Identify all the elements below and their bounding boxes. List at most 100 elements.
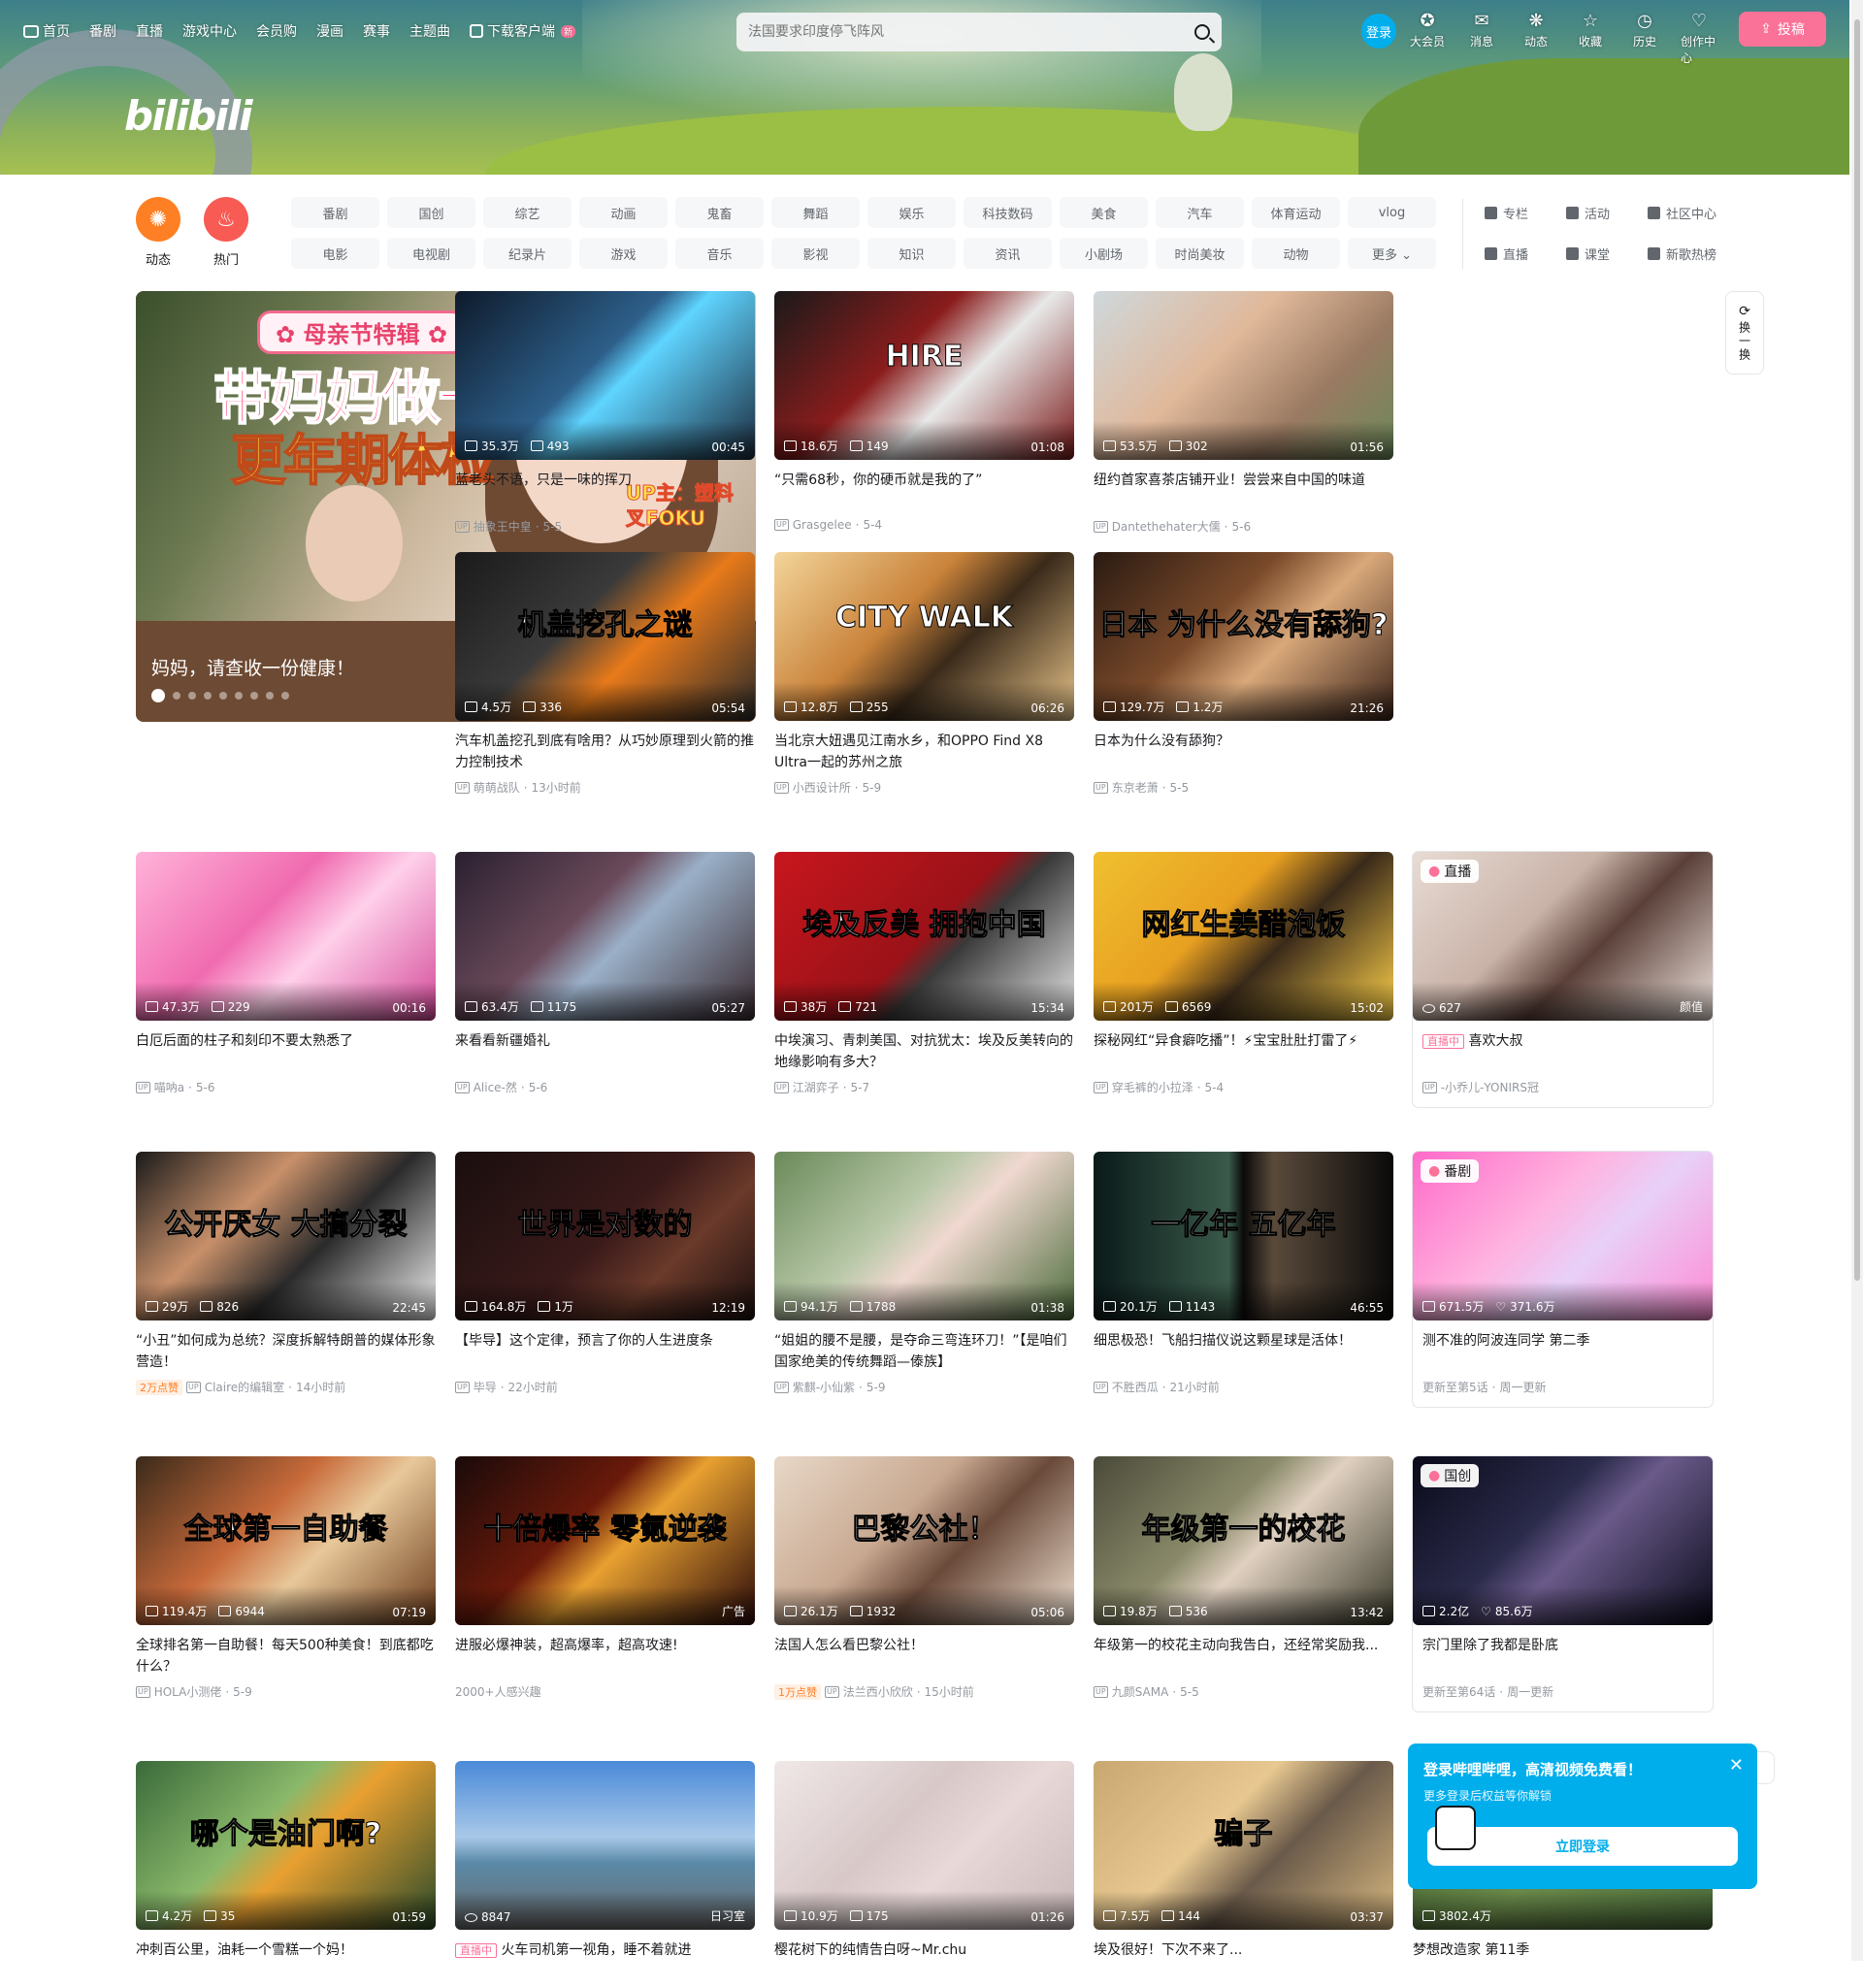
header-icon-4[interactable]: ◷ 历史 xyxy=(1626,12,1663,66)
video-title[interactable]: “姐姐的腰不是腰，是夺命三弯连环刀！”【是咱们国家绝美的传统舞蹈—傣族】 xyxy=(774,1330,1074,1373)
header-icon-0[interactable]: ✪ 大会员 xyxy=(1409,12,1446,66)
video-card[interactable]: 网红生姜醋泡饭 201万 6569 15:02 探秘网红“异食癖吃播”！⚡宝宝肚肚打雷了… xyxy=(1094,852,1393,1095)
video-thumbnail[interactable]: 机盖挖孔之谜 4.5万 336 05:54 xyxy=(455,552,755,721)
video-title[interactable]: 法国人怎么看巴黎公社！ xyxy=(774,1635,1074,1678)
carousel-dot[interactable] xyxy=(204,692,212,700)
carousel-dot[interactable] xyxy=(151,689,165,702)
nav-manga[interactable]: 漫画 xyxy=(316,21,343,41)
channel-link[interactable]: 纪录片 xyxy=(483,238,572,269)
video-title[interactable]: 中埃演习、青刺美国、对抗犹太：埃及反美转向的地缘影响有多大？ xyxy=(774,1030,1074,1073)
video-thumbnail[interactable]: 47.3万 229 00:16 xyxy=(136,852,436,1021)
video-title[interactable]: 汽车机盖挖孔到底有啥用？从巧妙原理到火箭的推力控制技术 xyxy=(455,731,755,773)
video-thumbnail[interactable]: 8847 日习室 xyxy=(455,1761,755,1930)
search-input[interactable] xyxy=(748,24,1194,40)
video-title[interactable]: 直播中 火车司机第一视角，睡不着就进 xyxy=(455,1939,755,1982)
channel-link[interactable]: 电视剧 xyxy=(387,238,475,269)
video-card[interactable]: ● 国创 2.2亿 ♡ 85.6万 宗门里除了我都是卧底 更新至第64话 · 周一更新 xyxy=(1413,1456,1713,1711)
video-card[interactable]: 骗子 7.5万 144 03:37 埃及很好！下次不来了... xyxy=(1094,1761,1393,1988)
nav-home[interactable]: 首页 xyxy=(23,21,70,41)
carousel-dot[interactable] xyxy=(266,692,274,700)
channel-round-1[interactable]: ♨ 热门 xyxy=(204,197,248,268)
carousel-dot[interactable] xyxy=(235,692,243,700)
channel-link[interactable]: 时尚美妆 xyxy=(1156,238,1244,269)
video-card[interactable]: ● 番剧 671.5万 ♡ 371.6万 测不准的阿波连同学 第二季 更新至第5话 · 周一更新 xyxy=(1413,1152,1713,1407)
video-thumbnail[interactable]: 日本 为什么没有舔狗? 129.7万 1.2万 21:26 xyxy=(1094,552,1393,721)
video-title[interactable]: 直播中 喜欢大叔 xyxy=(1413,1030,1713,1073)
video-title[interactable]: 白厄后面的柱子和刻印不要太熟悉了 xyxy=(136,1030,436,1073)
channel-link[interactable]: 知识 xyxy=(867,238,956,269)
channel-link[interactable]: 动物 xyxy=(1252,238,1340,269)
channel-link[interactable]: 舞蹈 xyxy=(771,197,860,228)
nav-anime[interactable]: 番剧 xyxy=(89,21,116,41)
video-thumbnail[interactable]: 35.3万 493 00:45 xyxy=(455,291,755,460)
channel-link[interactable]: 影视 xyxy=(771,238,860,269)
video-thumbnail[interactable]: 哪个是油门啊? 4.2万 35 01:59 xyxy=(136,1761,436,1930)
nav-download[interactable]: 下载客户端新 xyxy=(470,21,576,41)
video-title[interactable]: 蓝老头不语，只是一味的挥刀 xyxy=(455,470,755,512)
channel-link[interactable]: 美食 xyxy=(1060,197,1148,228)
video-thumbnail[interactable]: 骗子 7.5万 144 03:37 xyxy=(1094,1761,1393,1930)
video-card[interactable]: 哪个是油门啊? 4.2万 35 01:59 冲刺百公里，油耗一个雪糕一个妈！ xyxy=(136,1761,436,1988)
author-name[interactable]: -小乔儿-YONIRS冠 xyxy=(1441,1079,1539,1095)
header-icon-3[interactable]: ☆ 收藏 xyxy=(1572,12,1609,66)
page-scrollbar[interactable] xyxy=(1851,0,1863,1961)
video-card[interactable]: 巴黎公社！ 26.1万 1932 05:06 法国人怎么看巴黎公社！ 1万点赞 UP 法兰西小… xyxy=(774,1456,1074,1700)
video-thumbnail[interactable]: ● 番剧 671.5万 ♡ 371.6万 xyxy=(1413,1152,1713,1320)
video-thumbnail[interactable]: 巴黎公社！ 26.1万 1932 05:06 xyxy=(774,1456,1074,1625)
author-name[interactable]: Alice-然 xyxy=(474,1079,517,1095)
video-thumbnail[interactable]: 63.4万 1175 05:27 xyxy=(455,852,755,1021)
video-title[interactable]: 樱花树下的纯情告白呀~Mr.chu xyxy=(774,1939,1074,1982)
close-icon[interactable]: ✕ xyxy=(1729,1755,1744,1776)
search-icon[interactable] xyxy=(1194,24,1210,40)
video-thumbnail[interactable]: 年级第一的校花 19.8万 536 13:42 xyxy=(1094,1456,1393,1625)
video-thumbnail[interactable]: 网红生姜醋泡饭 201万 6569 15:02 xyxy=(1094,852,1393,1021)
video-thumbnail[interactable]: HIRE 18.6万 149 01:08 xyxy=(774,291,1074,460)
channel-link[interactable]: 音乐 xyxy=(675,238,764,269)
video-title[interactable]: 梦想改造家 第11季 xyxy=(1413,1939,1713,1982)
channel-link[interactable]: 游戏 xyxy=(579,238,668,269)
video-card[interactable]: 世界是对数的 164.8万 1万 12:19 【毕导】这个定律，预言了你的人生进度条 UP… xyxy=(455,1152,755,1395)
video-title[interactable]: 来看看新疆婚礼 xyxy=(455,1030,755,1073)
video-thumbnail[interactable]: 世界是对数的 164.8万 1万 12:19 xyxy=(455,1152,755,1320)
bilibili-logo[interactable]: bilibili xyxy=(124,92,253,140)
video-title[interactable]: 纽约首家喜茶店铺开业！尝尝来自中国的味道 xyxy=(1094,470,1393,512)
author-name[interactable]: Grasgelee xyxy=(793,518,852,532)
video-card[interactable]: 94.1万 1788 01:38 “姐姐的腰不是腰，是夺命三弯连环刀！”【是咱们国家绝… xyxy=(774,1152,1074,1395)
video-card[interactable]: ● 直播 627 颜值 直播中 喜欢大叔 UP -小乔儿-YONIRS冠 xyxy=(1413,852,1713,1107)
video-thumbnail[interactable]: 十倍爆率 零氪逆袭 广告 xyxy=(455,1456,755,1625)
carousel-dot[interactable] xyxy=(250,692,258,700)
video-card[interactable]: 35.3万 493 00:45 蓝老头不语，只是一味的挥刀 UP 抽象王中皇 · 5-5 xyxy=(455,291,755,535)
carousel-dot[interactable] xyxy=(188,692,196,700)
channel-link[interactable]: 资讯 xyxy=(964,238,1052,269)
video-card[interactable]: 8847 日习室直播中 火车司机第一视角，睡不着就进 xyxy=(455,1761,755,1988)
channel-link[interactable]: 科技数码 xyxy=(964,197,1052,228)
video-title[interactable]: 日本为什么没有舔狗？ xyxy=(1094,731,1393,773)
nav-game-center[interactable]: 游戏中心 xyxy=(182,21,237,41)
video-thumbnail[interactable]: 公开厌女 大搞分裂 29万 826 22:45 xyxy=(136,1152,436,1320)
author-name[interactable]: 不胜西瓜 xyxy=(1112,1379,1159,1395)
author-name[interactable]: HOLA小测佬 xyxy=(154,1683,222,1700)
channel-link[interactable]: 鬼畜 xyxy=(675,197,764,228)
video-title[interactable]: “小丑”如何成为总统？深度拆解特朗普的媒体形象营造！ xyxy=(136,1330,436,1373)
video-title[interactable]: 【毕导】这个定律，预言了你的人生进度条 xyxy=(455,1330,755,1373)
video-title[interactable]: 埃及很好！下次不来了... xyxy=(1094,1939,1393,1982)
video-title[interactable]: 全球排名第一自助餐！每天500种美食！到底都吃什么？ xyxy=(136,1635,436,1678)
video-title[interactable]: “只需68秒，你的硬币就是我的了” xyxy=(774,470,1074,512)
channel-link[interactable]: 体育运动 xyxy=(1252,197,1340,228)
carousel-dot[interactable] xyxy=(219,692,227,700)
channel-link[interactable]: 娱乐 xyxy=(867,197,956,228)
channel-link[interactable]: 动画 xyxy=(579,197,668,228)
video-title[interactable]: 宗门里除了我都是卧底 xyxy=(1413,1635,1713,1678)
header-icon-2[interactable]: ❋ 动态 xyxy=(1518,12,1554,66)
video-title[interactable]: 细思极恐！飞船扫描仪说这颗星球是活体！ xyxy=(1094,1330,1393,1373)
video-card[interactable]: 公开厌女 大搞分裂 29万 826 22:45 “小丑”如何成为总统？深度拆解特朗普的媒… xyxy=(136,1152,436,1395)
video-thumbnail[interactable]: 埃及反美 拥抱中国 38万 721 15:34 xyxy=(774,852,1074,1021)
author-name[interactable]: 喵呐a xyxy=(154,1079,184,1095)
carousel-caption[interactable]: 妈妈，请查收一份健康！ xyxy=(151,654,354,680)
channel-link[interactable]: 综艺 xyxy=(483,197,572,228)
channel-right-link[interactable]: 专栏 xyxy=(1485,197,1560,228)
author-name[interactable]: 江湖弈子 xyxy=(793,1079,839,1095)
carousel-dot[interactable] xyxy=(281,692,289,700)
video-card[interactable]: 埃及反美 拥抱中国 38万 721 15:34 中埃演习、青刺美国、对抗犹太：埃及反美转… xyxy=(774,852,1074,1095)
author-name[interactable]: 毕导 xyxy=(474,1379,497,1395)
